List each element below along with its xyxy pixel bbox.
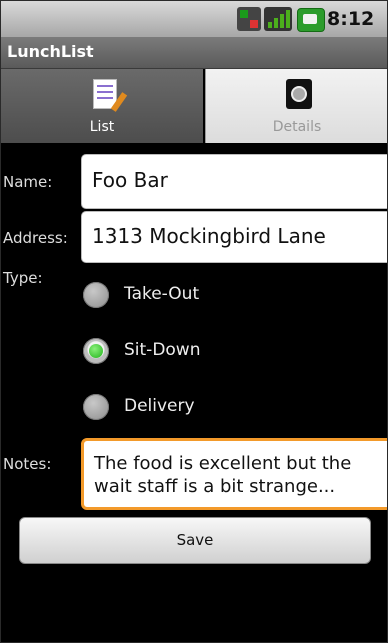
phone-screen: 8:12 AM LunchList List Details Name: Foo… — [0, 0, 388, 643]
notes-field[interactable]: The food is excellent but the wait staff… — [81, 438, 387, 510]
name-field[interactable]: Foo Bar — [81, 154, 387, 209]
type-label: Type: — [3, 269, 43, 287]
address-field[interactable]: 1313 Mockingbird Lane — [81, 211, 387, 263]
radio-take-out-label: Take-Out — [124, 284, 200, 304]
notes-label: Notes: — [3, 455, 52, 473]
radio-unchecked-icon — [83, 394, 109, 420]
tab-details[interactable]: Details — [205, 69, 387, 143]
clock-time: 8:12 — [327, 8, 375, 30]
tab-list[interactable]: List — [1, 69, 203, 143]
tab-details-label: Details — [272, 119, 322, 135]
list-edit-icon — [93, 79, 117, 109]
radio-sit-down-label: Sit-Down — [124, 340, 201, 360]
details-plate-icon — [286, 79, 312, 109]
app-title: LunchList — [7, 42, 94, 61]
status-bar: 8:12 AM — [1, 1, 387, 51]
tab-bar: List Details — [1, 69, 387, 143]
data-transfer-icon — [237, 7, 261, 31]
battery-icon — [297, 8, 325, 32]
notes-line-1: The food is excellent but the — [94, 453, 352, 474]
radio-delivery-label: Delivery — [124, 396, 195, 416]
save-button[interactable]: Save — [19, 517, 371, 564]
radio-checked-icon — [83, 338, 109, 364]
name-label: Name: — [3, 173, 53, 191]
notes-line-2: wait staff is a bit strange... — [94, 476, 336, 497]
radio-unchecked-icon — [83, 282, 109, 308]
app-title-bar: LunchList — [1, 37, 387, 69]
tab-list-label: List — [89, 119, 115, 135]
signal-icon — [264, 7, 292, 31]
address-label: Address: — [3, 229, 68, 247]
